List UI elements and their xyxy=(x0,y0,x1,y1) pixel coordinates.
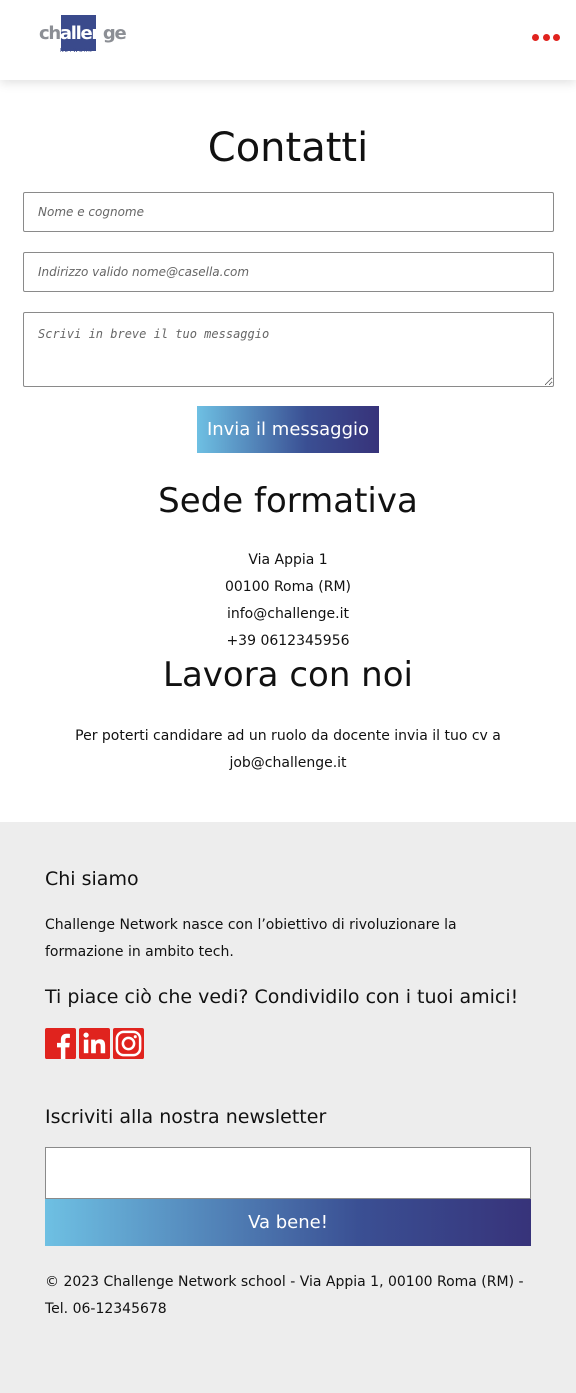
menu-dot xyxy=(553,33,560,41)
site-header: challenge NETWORK xyxy=(0,0,576,80)
lavora-text-block: Per poterti candidare ad un ruolo da doc… xyxy=(23,723,553,777)
menu-dot xyxy=(532,33,539,41)
instagram-icon[interactable] xyxy=(113,1028,144,1059)
site-footer: Chi siamo Challenge Network nasce con l’… xyxy=(0,822,576,1393)
menu-dot xyxy=(542,33,550,41)
contact-title: Contatti xyxy=(207,125,369,171)
logo-text-b: allen xyxy=(59,23,104,44)
sede-address: Via Appia 1 00100 Roma (RM) info@challen… xyxy=(23,547,553,655)
logo-subtitle: NETWORK xyxy=(60,48,93,54)
share-title: Ti piace ciò che vedi? Condividilo con i… xyxy=(45,986,519,1008)
lavora-title: Lavora con noi xyxy=(163,655,413,695)
more-dots-icon[interactable] xyxy=(532,32,560,42)
sede-email-link[interactable]: info@challenge.it xyxy=(23,601,553,628)
linkedin-icon[interactable] xyxy=(79,1028,110,1059)
about-text: Challenge Network nasce con l’obiettivo … xyxy=(45,917,457,960)
main-content: Contatti Invia il messaggio Sede formati… xyxy=(0,126,576,777)
lavora-text: Per poterti candidare ad un ruolo da doc… xyxy=(75,728,501,744)
sede-title: Sede formativa xyxy=(158,481,418,521)
job-email-link[interactable]: job@challenge.it xyxy=(73,750,503,777)
contact-form: Invia il messaggio xyxy=(23,192,554,453)
logo-text-c: ge xyxy=(102,23,127,44)
challenge-network-logo[interactable]: challenge NETWORK xyxy=(38,14,127,56)
newsletter-title: Iscriviti alla nostra newsletter xyxy=(45,1106,327,1128)
sede-phone-link[interactable]: +39 0612345956 xyxy=(23,628,553,655)
social-links xyxy=(45,1028,531,1059)
copyright-text: © 2023 Challenge Network school - Via Ap… xyxy=(45,1274,524,1317)
logo-wordmark: challenge xyxy=(39,23,127,44)
logo-text-a: ch xyxy=(39,23,61,44)
send-message-button[interactable]: Invia il messaggio xyxy=(197,406,379,453)
about-title: Chi siamo xyxy=(45,868,139,890)
newsletter-email-input[interactable] xyxy=(45,1147,531,1199)
facebook-icon[interactable] xyxy=(45,1028,76,1059)
message-textarea[interactable] xyxy=(23,312,554,387)
email-input[interactable] xyxy=(23,252,554,292)
name-input[interactable] xyxy=(23,192,554,232)
sede-city: 00100 Roma (RM) xyxy=(224,579,352,595)
sede-street: Via Appia 1 xyxy=(248,552,328,568)
newsletter-submit-button[interactable]: Va bene! xyxy=(45,1199,531,1246)
